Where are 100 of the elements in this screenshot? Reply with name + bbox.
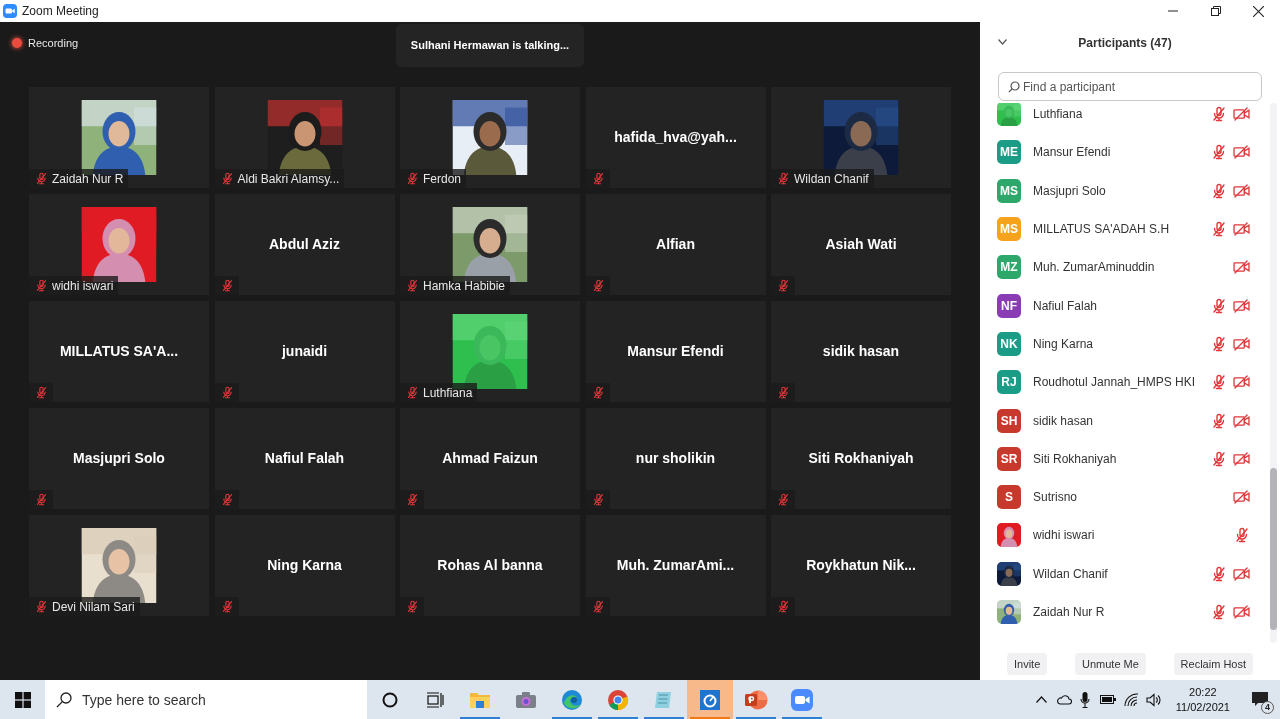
video-tile[interactable]: Aldi Bakri Alamsy... [214, 87, 395, 188]
notifications-button[interactable]: 4 [1240, 680, 1280, 719]
video-tile[interactable]: junaidi [214, 301, 395, 402]
participant-name: Hamka Habibie [423, 279, 506, 292]
participant-name: widhi iswari [52, 279, 114, 292]
video-tile[interactable]: Mansur Efendi [585, 301, 766, 402]
battery-icon[interactable] [1099, 695, 1116, 704]
participant-name: Luthfiana [423, 386, 473, 399]
participant-name: Mansur Efendi [1033, 144, 1112, 162]
participant-name: Ning Karna [267, 556, 342, 575]
participant-name: Rohas Al banna [437, 556, 543, 575]
microphone-icon[interactable] [1079, 691, 1090, 708]
participant-name: sidik hasan [1033, 412, 1095, 430]
participant-name: Masjupri Solo [1033, 182, 1107, 200]
video-tile[interactable]: Ferdon [400, 87, 580, 188]
participant-row[interactable]: MS Masjupri Solo [980, 171, 1270, 210]
video-tile[interactable]: Masjupri Solo [29, 408, 209, 509]
browser-icon [561, 688, 583, 711]
search-icon [56, 691, 72, 708]
avatar: SR [997, 446, 1021, 471]
video-tile[interactable]: Rohas Al banna [400, 515, 580, 616]
camera-icon [515, 690, 537, 709]
video-tile[interactable]: Luthfiana [400, 301, 580, 402]
participant-name: Ahmad Faizun [442, 449, 538, 468]
participant-row[interactable]: Zaidah Nur R [980, 592, 1270, 632]
participant-name: Muh. ZumarAmi... [616, 556, 735, 575]
avatar: NK [997, 331, 1021, 356]
chevron-up-icon[interactable] [1035, 696, 1047, 703]
wifi-icon[interactable] [1123, 692, 1139, 707]
video-tile[interactable]: Ning Karna [214, 515, 395, 616]
participant-row[interactable]: RJ Roudhotul Jannah_HMPS HKI [980, 363, 1270, 402]
participant-row[interactable]: Wildan Chanif [980, 554, 1270, 593]
app-logo-icon [3, 4, 17, 18]
participant-name: Roudhotul Jannah_HMPS HKI [1033, 374, 1197, 392]
participant-name: sidik hasan [822, 342, 900, 361]
participant-row[interactable]: MS MILLATUS SA'ADAH S.H [980, 209, 1270, 249]
video-tile[interactable]: Abdul Aziz [214, 194, 395, 295]
avatar: MS [997, 178, 1021, 203]
scrollbar-thumb[interactable] [1270, 468, 1277, 630]
participant-row[interactable]: NF Nafiul Falah [980, 286, 1270, 325]
participant-name: hafida_hva@yah... [614, 128, 737, 147]
video-tile[interactable]: sidik hasan [771, 301, 951, 402]
recording-label: Recording [28, 36, 79, 51]
participant-name: Sutrisno [1033, 489, 1079, 507]
avatar: RJ [997, 370, 1021, 395]
participant-row[interactable]: SR Siti Rokhaniyah [980, 439, 1270, 478]
participant-row[interactable]: S Sutrisno [980, 477, 1270, 517]
panel-button[interactable]: Unmute Me [1075, 653, 1146, 675]
presentation-app-icon [744, 688, 768, 711]
avatar: MZ [997, 255, 1021, 280]
speaker-icon[interactable] [1145, 692, 1162, 707]
close-icon [1253, 5, 1264, 17]
clock-time: 20:22 [1189, 684, 1217, 700]
chevron-down-icon[interactable] [998, 39, 1007, 45]
video-tile[interactable]: Muh. ZumarAmi... [585, 515, 766, 616]
video-camera-icon [791, 688, 813, 711]
participant-name: Muh. ZumarAminuddin [1033, 259, 1156, 277]
participant-row[interactable]: NK Ning Karna [980, 324, 1270, 364]
participant-search-field[interactable]: Find a participant [998, 72, 1262, 101]
folder-icon [469, 690, 491, 709]
video-tile[interactable]: Alfian [585, 194, 766, 295]
panel-button[interactable]: Reclaim Host [1173, 653, 1253, 675]
task-view-icon [426, 691, 444, 708]
video-tile[interactable]: Wildan Chanif [771, 87, 951, 188]
video-tile[interactable]: nur sholikin [585, 408, 766, 509]
participant-row[interactable]: ME Mansur Efendi [980, 133, 1270, 172]
participant-row[interactable]: SH sidik hasan [980, 401, 1270, 440]
participant-row[interactable]: Luthfiana [980, 103, 1270, 134]
participant-name: Ning Karna [1033, 335, 1095, 353]
video-tile[interactable]: Devi Nilam Sari [29, 515, 209, 616]
avatar: S [997, 485, 1021, 510]
participant-row[interactable]: widhi iswari [980, 516, 1270, 555]
taskbar-app-button[interactable] [687, 680, 733, 719]
video-tile[interactable]: Asiah Wati [771, 194, 951, 295]
participant-name: Masjupri Solo [73, 449, 165, 468]
video-tile[interactable]: MILLATUS SA'A... [29, 301, 209, 402]
participant-name: Abdul Aziz [269, 235, 340, 254]
restore-icon [1210, 6, 1221, 16]
window-title: Zoom Meeting [22, 3, 99, 20]
video-tile[interactable]: Ahmad Faizun [400, 408, 580, 509]
taskbar-search-field[interactable]: Type here to search [45, 680, 367, 719]
video-tile[interactable]: Nafiul Falah [214, 408, 395, 509]
video-tile[interactable]: Siti Rokhaniyah [771, 408, 951, 509]
participant-name: Roykhatun Nik... [806, 556, 916, 575]
video-tile[interactable]: Roykhatun Nik... [771, 515, 951, 616]
avatar: SH [997, 408, 1021, 433]
video-tile[interactable]: widhi iswari [29, 194, 209, 295]
browser-icon [607, 688, 629, 711]
panel-button[interactable]: Invite [1007, 653, 1048, 675]
participant-name: Ferdon [423, 172, 462, 185]
avatar: MS [997, 217, 1021, 242]
video-tile[interactable]: Hamka Habibie [400, 194, 580, 295]
avatar: ME [997, 140, 1021, 165]
cloud-icon[interactable] [1055, 694, 1072, 705]
participant-name: Zaidah Nur R [52, 172, 124, 185]
participant-name: Siti Rokhaniyah [1033, 450, 1118, 468]
video-tile[interactable]: Zaidah Nur R [29, 87, 209, 188]
participant-name: Wildan Chanif [794, 172, 869, 185]
video-tile[interactable]: hafida_hva@yah... [585, 87, 766, 188]
participant-row[interactable]: MZ Muh. ZumarAminuddin [980, 248, 1270, 287]
